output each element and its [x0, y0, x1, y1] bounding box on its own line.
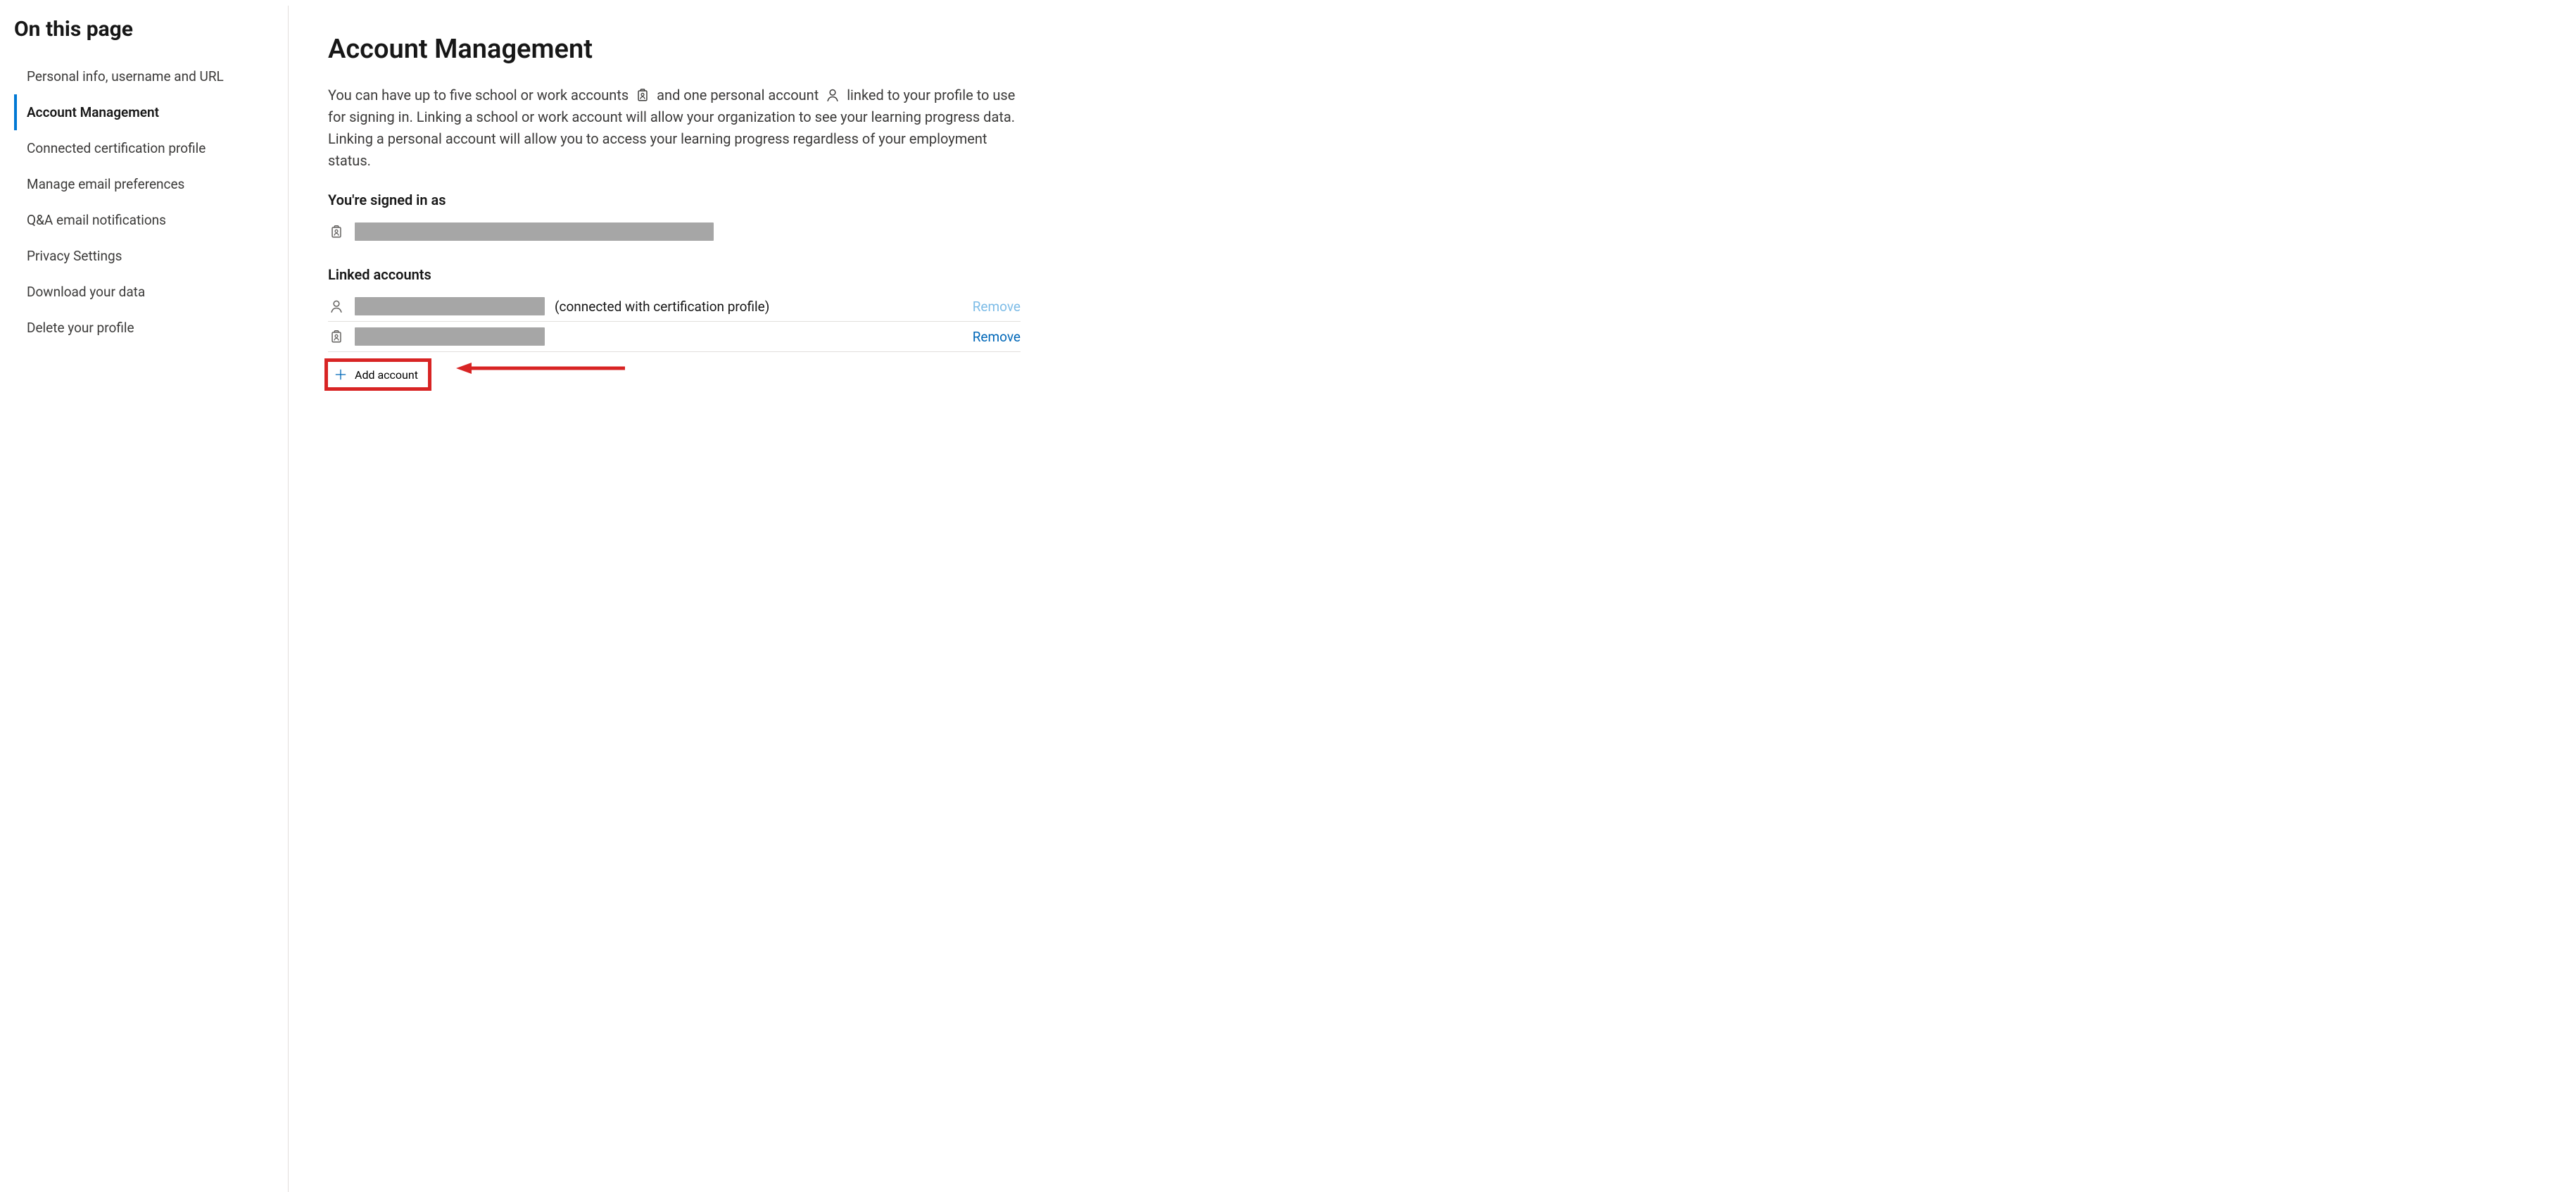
- remove-linked-account-button[interactable]: Remove: [973, 329, 1021, 345]
- sidebar-item-manage-email[interactable]: Manage email preferences: [14, 166, 282, 202]
- linked-account-row: (connected with certification profile) R…: [328, 291, 1021, 322]
- sidebar-item-delete-profile[interactable]: Delete your profile: [14, 310, 282, 346]
- annotation-arrow-icon: [456, 360, 625, 379]
- sidebar-item-connected-certification[interactable]: Connected certification profile: [14, 130, 282, 166]
- intro-text-1: You can have up to five school or work a…: [328, 87, 632, 103]
- linked-account-note: (connected with certification profile): [555, 299, 769, 315]
- badge-icon: [635, 87, 650, 103]
- signed-in-account-row: [328, 217, 1021, 246]
- page-title: Account Management: [328, 34, 1021, 65]
- intro-text-2: and one personal account: [657, 87, 822, 103]
- sidebar-item-account-management[interactable]: Account Management: [14, 94, 282, 130]
- intro-paragraph: You can have up to five school or work a…: [328, 84, 1021, 172]
- remove-linked-account-button[interactable]: Remove: [973, 299, 1021, 315]
- person-icon: [825, 87, 840, 103]
- sidebar-item-download-data[interactable]: Download your data: [14, 274, 282, 310]
- redacted-account: [355, 327, 545, 346]
- account-management-main: Account Management You can have up to fi…: [289, 6, 1049, 1164]
- linked-account-row: Remove: [328, 322, 1021, 352]
- badge-icon: [328, 328, 345, 345]
- redacted-account: [355, 297, 545, 315]
- add-account-button[interactable]: Add account: [328, 362, 428, 387]
- badge-icon: [328, 223, 345, 240]
- signed-in-as-label: You're signed in as: [328, 192, 1021, 208]
- sidebar-title: On this page: [14, 17, 282, 42]
- add-account-label: Add account: [355, 368, 418, 382]
- sidebar-item-qa-email[interactable]: Q&A email notifications: [14, 202, 282, 238]
- linked-accounts-label: Linked accounts: [328, 266, 1021, 283]
- plus-icon: [334, 368, 348, 382]
- sidebar-item-privacy[interactable]: Privacy Settings: [14, 238, 282, 274]
- on-this-page-sidebar: On this page Personal info, username and…: [0, 6, 289, 1192]
- person-icon: [328, 298, 345, 315]
- redacted-account: [355, 222, 714, 241]
- sidebar-item-personal-info[interactable]: Personal info, username and URL: [14, 58, 282, 94]
